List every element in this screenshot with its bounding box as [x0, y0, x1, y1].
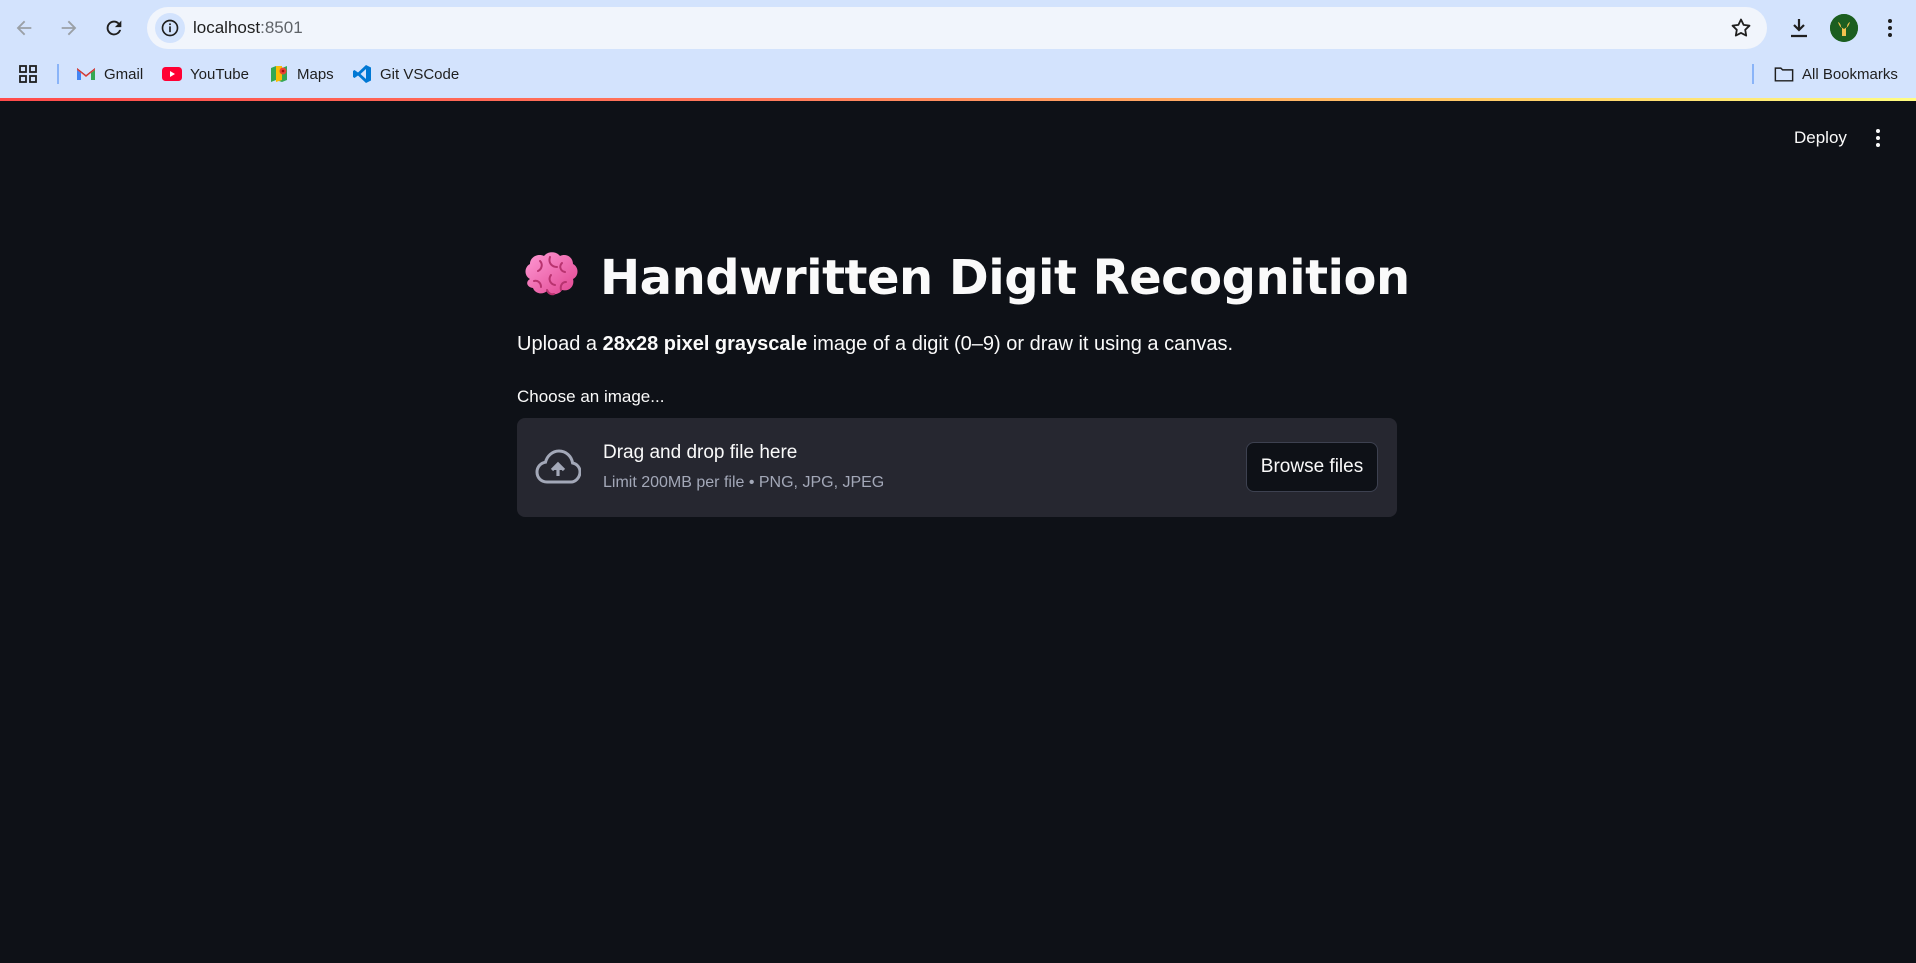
url-host: localhost	[193, 18, 261, 37]
site-info-icon[interactable]	[155, 13, 185, 43]
apps-grid-icon[interactable]	[18, 61, 38, 87]
subtitle-prefix: Upload a	[517, 333, 603, 355]
youtube-icon	[162, 64, 182, 84]
url-text[interactable]: localhost:8501	[193, 7, 303, 49]
brain-icon	[525, 252, 578, 296]
vscode-icon	[352, 64, 372, 84]
profile-avatar[interactable]	[1830, 14, 1858, 42]
forward-button[interactable]	[51, 10, 87, 46]
bookmark-youtube[interactable]: YouTube	[162, 61, 249, 87]
bookmarks-divider	[57, 64, 59, 84]
folder-icon	[1774, 64, 1794, 84]
file-dropzone[interactable]: Drag and drop file here Limit 200MB per …	[517, 418, 1397, 517]
maps-icon	[269, 64, 289, 84]
browser-chrome: localhost:8501 Gmail YouTube Maps Git VS…	[0, 0, 1916, 101]
reload-icon	[106, 20, 122, 36]
back-button[interactable]	[6, 10, 42, 46]
cloud-upload-icon	[535, 449, 581, 484]
browse-files-button[interactable]: Browse files	[1246, 442, 1378, 492]
arrow-right-icon	[61, 20, 77, 36]
bookmark-label: Gmail	[104, 65, 144, 83]
bookmark-label: Git VSCode	[380, 65, 460, 83]
app-main-menu-icon[interactable]	[1862, 122, 1894, 154]
browser-toolbar: localhost:8501	[0, 0, 1916, 56]
page-title-row: Handwritten Digit Recognition	[520, 243, 1410, 313]
bookmark-label: YouTube	[190, 65, 249, 83]
reload-button[interactable]	[96, 10, 132, 46]
url-port: :8501	[260, 18, 303, 37]
address-bar[interactable]: localhost:8501	[147, 7, 1767, 49]
page-subtitle: Upload a 28x28 pixel grayscale image of …	[517, 333, 1233, 356]
bookmark-label: Maps	[297, 65, 334, 83]
bookmarks-divider-right	[1752, 64, 1754, 84]
arrow-left-icon	[16, 20, 32, 36]
browser-menu-icon[interactable]	[1874, 12, 1906, 44]
gmail-icon	[76, 64, 96, 84]
all-bookmarks-label: All Bookmarks	[1802, 65, 1898, 83]
app-decoration-stripe	[0, 98, 1916, 101]
page-title: Handwritten Digit Recognition	[600, 250, 1410, 306]
bookmark-maps[interactable]: Maps	[269, 61, 334, 87]
dropzone-instructions: Drag and drop file here	[603, 442, 798, 463]
bookmarks-bar: Gmail YouTube Maps Git VSCode All Bookma…	[0, 56, 1916, 92]
deploy-button[interactable]: Deploy	[1782, 122, 1859, 154]
subtitle-suffix: image of a digit (0–9) or draw it using …	[807, 333, 1234, 355]
uploader-label: Choose an image...	[517, 387, 665, 406]
bookmark-git-vscode[interactable]: Git VSCode	[352, 61, 459, 87]
dropzone-limit-text: Limit 200MB per file • PNG, JPG, JPEG	[603, 474, 885, 491]
bookmark-star-icon[interactable]	[1729, 16, 1753, 40]
subtitle-bold: 28x28 pixel grayscale	[602, 333, 808, 355]
all-bookmarks[interactable]: All Bookmarks	[1774, 61, 1898, 87]
download-icon[interactable]	[1783, 12, 1815, 44]
bookmark-gmail[interactable]: Gmail	[76, 61, 143, 87]
